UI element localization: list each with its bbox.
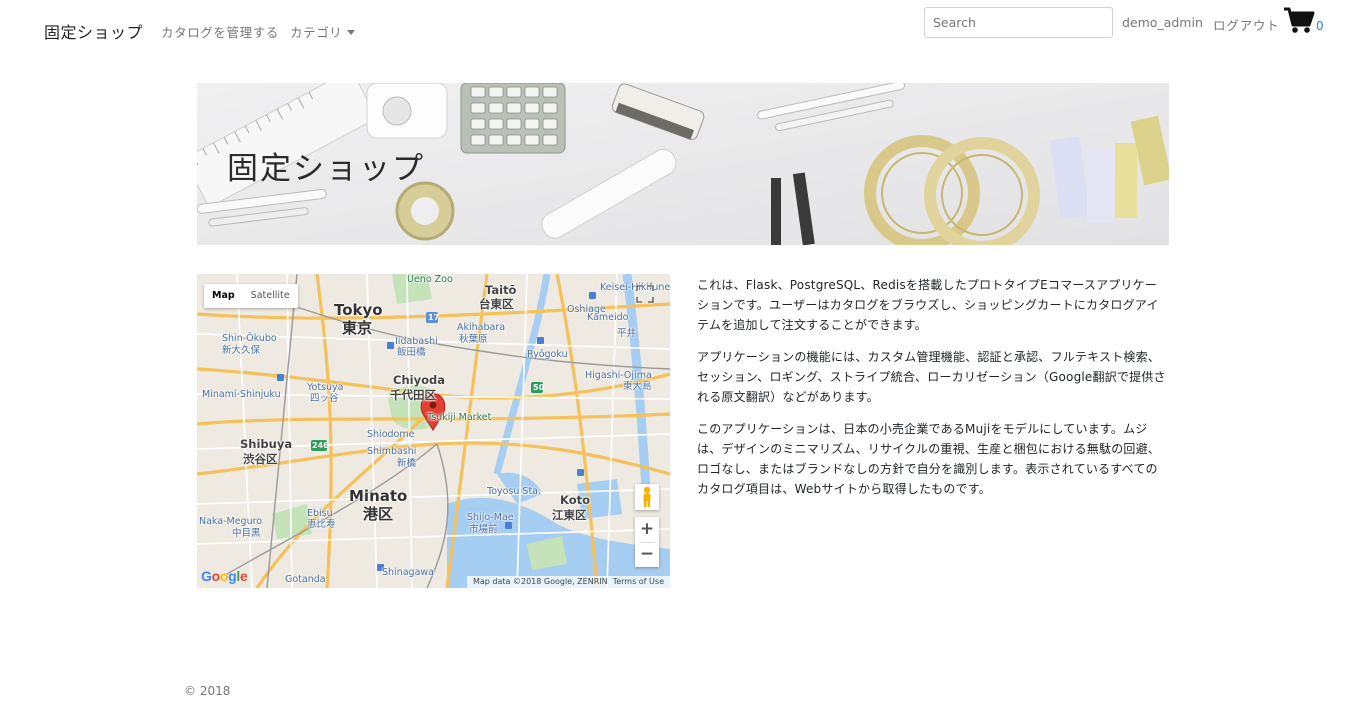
map-label: 中目黒 <box>232 528 261 539</box>
map-label: 恵比寿 <box>307 519 336 530</box>
category-dropdown[interactable]: カテゴリ <box>290 22 356 41</box>
map-label: Shiodome <box>367 429 415 440</box>
map-label: Akihabara <box>457 322 506 333</box>
map-label: Gotanda <box>285 574 326 585</box>
map-label: Yotsuya <box>307 382 344 393</box>
logout-link[interactable]: ログアウト <box>1213 15 1280 34</box>
map-label: Shijo-Mae <box>467 512 514 523</box>
map-label: 台東区 <box>479 297 514 311</box>
zoom-out-button[interactable]: − <box>635 542 659 567</box>
description-paragraph: これは、Flask、PostgreSQL、Redisを搭載したプロトタイプEコマ… <box>697 278 1159 332</box>
fullscreen-icon <box>635 284 655 304</box>
app-description: これは、Flask、PostgreSQL、Redisを搭載したプロトタイプEコマ… <box>697 275 1169 511</box>
map-label: 秋葉原 <box>459 334 488 345</box>
map-label: Shimbashi <box>367 446 417 457</box>
map-type-control: Map Satellite <box>204 284 298 308</box>
map-label: 江東区 <box>552 508 587 522</box>
pegman-icon <box>643 486 651 507</box>
google-logo[interactable]: Google <box>201 568 248 584</box>
map-type-map-button[interactable]: Map <box>204 284 243 308</box>
map-label: 渋谷区 <box>243 452 278 466</box>
map-label: 平井 <box>617 328 637 339</box>
map-label: 千代田区 <box>390 388 436 402</box>
map-label: Minato <box>349 487 408 505</box>
map-label: Naka-Meguro <box>199 516 263 527</box>
map-label: 市場前 <box>469 524 498 535</box>
street-view-button[interactable] <box>635 484 659 510</box>
map-label: 港区 <box>363 505 394 523</box>
map-label: Ebisu <box>307 508 333 519</box>
zoom-divider <box>639 542 655 543</box>
brand-link[interactable]: 固定ショップ <box>44 19 143 43</box>
username-link[interactable]: demo_admin <box>1122 15 1203 30</box>
zoom-control: + − <box>635 517 659 567</box>
map-label: Tsukiji Market <box>427 412 492 423</box>
map-label: Shin-Ōkubo <box>222 333 277 344</box>
map-label: 四ッ谷 <box>310 393 339 404</box>
navbar: 固定ショップ カタログを管理する カテゴリ demo_admin ログアウト 0 <box>0 0 1366 60</box>
hero-banner: 固定ショップ <box>197 83 1169 245</box>
map-label: Higashi-Ojima <box>585 370 652 381</box>
map-label: 飯田橋 <box>397 347 426 358</box>
fullscreen-button[interactable] <box>631 280 659 308</box>
map-label: Taitō <box>485 283 517 297</box>
map-label: Chiyoda <box>393 373 445 387</box>
zoom-in-button[interactable]: + <box>635 517 659 542</box>
hero-title: 固定ショップ <box>227 151 425 187</box>
search-input[interactable] <box>924 7 1113 38</box>
map-label: 東京 <box>342 319 373 337</box>
description-paragraph: アプリケーションの機能には、カスタム管理機能、認証と承認、フルテキスト検索、セッ… <box>697 350 1166 404</box>
map-label: Shibuya <box>240 437 293 451</box>
svg-text:50: 50 <box>533 383 545 392</box>
cart-count: 0 <box>1316 19 1324 33</box>
map-label: Kameido <box>587 312 629 323</box>
map-label: Ueno Zoo <box>407 274 453 285</box>
map-label: Ryōgoku <box>527 349 568 360</box>
map-label: Koto <box>560 493 591 507</box>
manage-catalog-link[interactable]: カタログを管理する <box>161 22 279 41</box>
category-dropdown-label: カテゴリ <box>290 25 343 40</box>
google-map[interactable]: 17 246 50 Tokyo 東京 Chiyoda 千代田区 Shibuya … <box>197 274 670 588</box>
map-label: Minami-Shinjuku <box>202 389 281 400</box>
map-type-satellite-button[interactable]: Satellite <box>243 284 298 308</box>
svg-text:246: 246 <box>312 441 329 450</box>
cart-button[interactable]: 0 <box>1283 7 1333 37</box>
terms-of-use-link[interactable]: Terms of Use <box>613 577 664 586</box>
map-label: 新大久保 <box>222 345 261 356</box>
shopping-cart-icon <box>1284 7 1315 33</box>
map-attribution: Map data ©2018 Google, ZENRIN Terms of U… <box>466 576 670 588</box>
caret-down-icon <box>347 30 356 35</box>
map-label: 東大島 <box>623 381 652 392</box>
map-label: Tokyo <box>334 301 383 319</box>
footer-copyright: © 2018 <box>184 684 231 698</box>
description-paragraph: このアプリケーションは、日本の小売企業であるMujiをモデルにしています。ムジは… <box>697 422 1161 496</box>
map-label: Toyosu Sta. <box>487 486 542 497</box>
map-label: Iidabashi <box>395 336 438 347</box>
map-label: Shinagawa <box>382 567 434 578</box>
map-data-credit: Map data ©2018 Google, ZENRIN <box>472 577 608 586</box>
svg-text:17: 17 <box>428 313 439 322</box>
map-label: 新橋 <box>397 458 417 469</box>
